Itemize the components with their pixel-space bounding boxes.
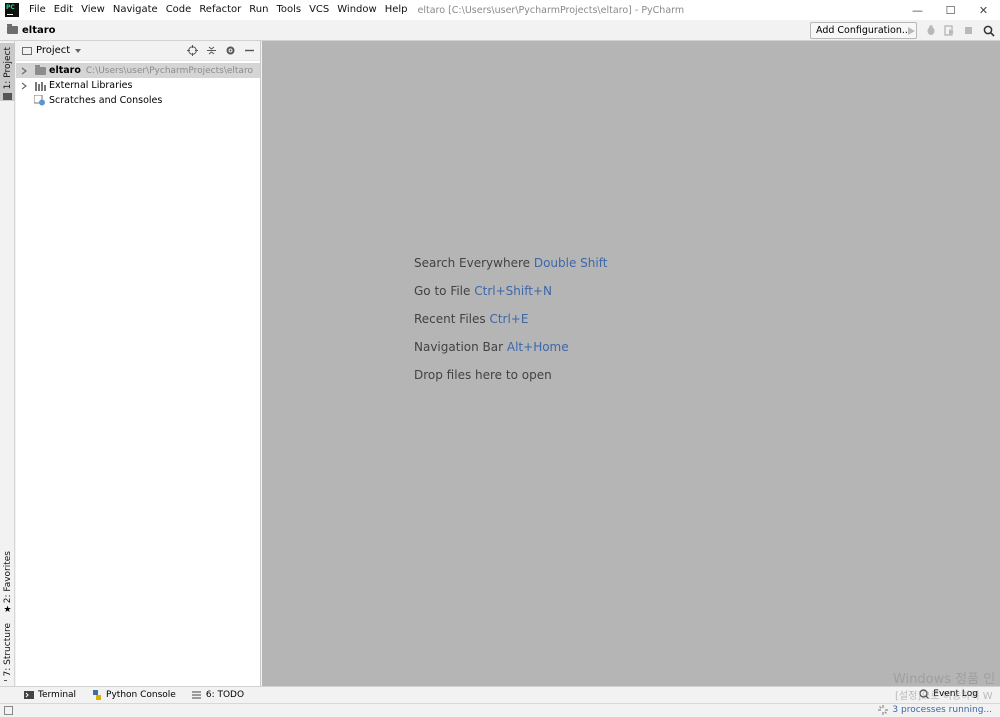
chevron-right-icon[interactable] [19, 67, 29, 75]
menu-refactor[interactable]: Refactor [195, 0, 245, 20]
tab-favorites-label: 2: Favorites [2, 551, 13, 604]
minimize-icon: — [912, 3, 923, 17]
tree-row-external-libraries[interactable]: External Libraries [16, 78, 260, 93]
hint-shortcut: Ctrl+E [489, 312, 529, 326]
left-tool-strip: 1: Project 2: Favorites ★ 7: Structure [0, 41, 15, 686]
title-bar: File Edit View Navigate Code Refactor Ru… [0, 0, 1000, 20]
menu-navigate[interactable]: Navigate [109, 0, 162, 20]
window-title: eltaro [C:\Users\user\PycharmProjects\el… [417, 4, 685, 16]
processes-running-label: 3 processes running... [892, 705, 992, 715]
toggle-tool-windows-icon[interactable] [4, 706, 13, 715]
coverage-icon[interactable] [940, 23, 959, 38]
bottom-tool-bar: Terminal Python Console 6: TODO Event Lo… [0, 686, 1000, 703]
star-icon: ★ [3, 605, 12, 616]
tree-row-path: C:\Users\user\PycharmProjects\eltaro [85, 65, 253, 76]
hint-shortcut: Double Shift [533, 256, 608, 270]
add-configuration-button[interactable]: Add Configuration... [810, 22, 917, 39]
project-view-selector[interactable]: Project [36, 45, 70, 56]
pycharm-logo-icon [5, 3, 19, 17]
gear-icon[interactable] [224, 44, 237, 57]
windows-activation-watermark-sub: [설정]으로 이동하여 W [895, 691, 993, 702]
navigation-bar: eltaro Add Configuration... [0, 20, 1000, 41]
folder-icon [7, 24, 18, 34]
breadcrumb-project[interactable]: eltaro [22, 25, 56, 36]
hint-search-everywhere: Search Everywhere Double Shift [414, 256, 607, 284]
maximize-button[interactable]: ☐ [934, 0, 967, 20]
close-icon: ✕ [978, 3, 989, 17]
windows-activation-watermark: Windows 정품 인 [893, 672, 996, 687]
editor-area[interactable]: Search Everywhere Double Shift Go to Fil… [262, 41, 1000, 686]
run-icon[interactable] [902, 23, 921, 38]
tree-row-project-root[interactable]: eltaro C:\Users\user\PycharmProjects\elt… [16, 63, 260, 78]
hint-text: Search Everywhere [414, 256, 530, 270]
tab-python-console-label: Python Console [106, 690, 176, 700]
project-tree: eltaro C:\Users\user\PycharmProjects\elt… [16, 61, 260, 108]
run-toolbar [902, 23, 978, 38]
library-icon [34, 81, 46, 91]
background-tasks[interactable]: 3 processes running... [878, 705, 992, 715]
hint-shortcut: Alt+Home [506, 340, 569, 354]
menu-window[interactable]: Window [333, 0, 380, 20]
minimize-button[interactable]: — [901, 0, 934, 20]
project-panel: Project eltaro C:\Users\user\PycharmProj… [16, 41, 261, 686]
hide-panel-icon[interactable] [243, 44, 256, 57]
folder-icon [22, 46, 32, 55]
hint-recent-files: Recent Files Ctrl+E [414, 312, 607, 340]
tab-structure-label: 7: Structure [2, 623, 13, 677]
editor-hints: Search Everywhere Double Shift Go to Fil… [414, 256, 607, 396]
stop-icon[interactable] [959, 23, 978, 38]
tab-terminal[interactable]: Terminal [24, 690, 76, 700]
folder-icon [34, 64, 46, 76]
menu-code[interactable]: Code [162, 0, 196, 20]
hint-text: Navigation Bar [414, 340, 504, 354]
locate-icon[interactable] [186, 44, 199, 57]
main-menu: File Edit View Navigate Code Refactor Ru… [25, 0, 412, 20]
project-panel-header: Project [16, 41, 260, 61]
tab-project[interactable]: 1: Project [0, 43, 15, 101]
scratches-icon [34, 95, 46, 106]
chevron-right-icon[interactable] [19, 82, 29, 90]
tree-row-label: eltaro [49, 65, 81, 76]
tree-row-label: External Libraries [49, 80, 133, 91]
tab-project-label: 1: Project [2, 47, 13, 90]
hint-navigation-bar: Navigation Bar Alt+Home [414, 340, 607, 368]
menu-tools[interactable]: Tools [272, 0, 305, 20]
menu-view[interactable]: View [77, 0, 109, 20]
tab-terminal-label: Terminal [38, 690, 77, 700]
hint-go-to-file: Go to File Ctrl+Shift+N [414, 284, 607, 312]
tab-favorites[interactable]: 2: Favorites ★ [0, 551, 15, 615]
status-bar: 3 processes running... [0, 703, 1000, 717]
tree-row-label: Scratches and Consoles [49, 95, 163, 106]
spinner-icon [878, 705, 889, 715]
tab-todo-label: 6: TODO [205, 690, 245, 700]
menu-edit[interactable]: Edit [50, 0, 77, 20]
menu-run[interactable]: Run [245, 0, 272, 20]
tab-python-console[interactable]: Python Console [92, 690, 176, 700]
menu-help[interactable]: Help [381, 0, 412, 20]
tree-row-scratches[interactable]: Scratches and Consoles [16, 93, 260, 108]
structure-icon [3, 679, 7, 681]
tab-todo[interactable]: 6: TODO [192, 690, 244, 700]
project-panel-tools [186, 44, 256, 57]
chevron-down-icon[interactable] [75, 48, 82, 53]
hint-text: Drop files here to open [414, 368, 552, 382]
hint-shortcut: Ctrl+Shift+N [474, 284, 552, 298]
terminal-icon [24, 691, 34, 699]
collapse-all-icon[interactable] [205, 44, 218, 57]
search-icon[interactable] [981, 23, 997, 38]
hint-drop-files: Drop files here to open [414, 368, 607, 396]
tab-structure[interactable]: 7: Structure [0, 623, 15, 681]
menu-file[interactable]: File [25, 0, 50, 20]
close-button[interactable]: ✕ [967, 0, 1000, 20]
folder-icon [3, 93, 12, 101]
debug-icon[interactable] [921, 23, 940, 38]
menu-vcs[interactable]: VCS [305, 0, 333, 20]
maximize-icon: ☐ [945, 3, 956, 17]
python-console-icon [92, 690, 102, 700]
hint-text: Go to File [414, 284, 471, 298]
hint-text: Recent Files [414, 312, 486, 326]
window-controls: — ☐ ✕ [901, 0, 1000, 20]
todo-icon [192, 691, 202, 699]
